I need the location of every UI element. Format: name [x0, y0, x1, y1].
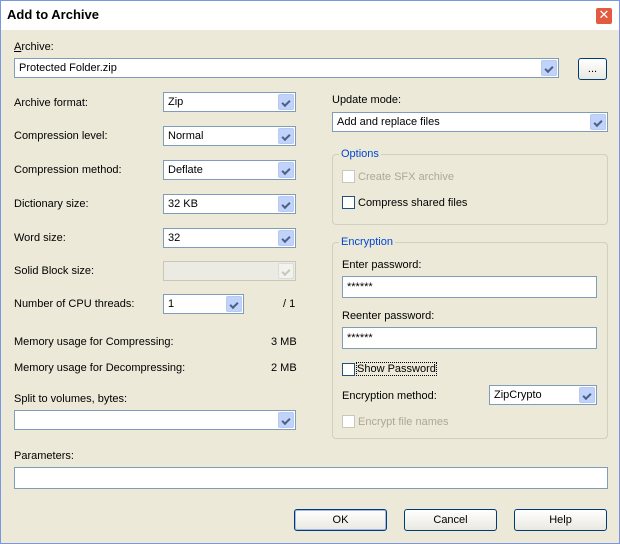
- word-size-select[interactable]: 32: [163, 228, 296, 248]
- window-title: Add to Archive: [7, 7, 99, 22]
- browse-button[interactable]: ...: [578, 58, 607, 80]
- memory-decompress-label: Memory usage for Decompressing:: [14, 362, 186, 374]
- enter-password-input[interactable]: ******: [342, 276, 597, 298]
- archive-format-value: Zip: [168, 96, 184, 108]
- reenter-password-label: Reenter password:: [342, 310, 435, 322]
- ok-button[interactable]: OK: [294, 509, 387, 531]
- show-password-label[interactable]: Show Password: [356, 362, 437, 376]
- close-icon: ✕: [598, 8, 610, 23]
- word-size-value: 32: [168, 232, 181, 244]
- chevron-down-icon[interactable]: [541, 60, 557, 76]
- archive-format-label: Archive format:: [14, 97, 88, 109]
- archive-label: Archive:: [14, 41, 54, 53]
- encryption-method-select[interactable]: ZipCrypto: [489, 385, 597, 405]
- options-group: [332, 154, 608, 225]
- solid-block-size-label: Solid Block size:: [14, 265, 95, 277]
- dictionary-size-value: 32 KB: [168, 198, 198, 210]
- solid-block-size-select: [163, 261, 296, 281]
- chevron-down-icon[interactable]: [226, 296, 242, 312]
- encryption-method-label: Encryption method:: [342, 390, 437, 402]
- compression-level-value: Normal: [168, 130, 204, 142]
- encryption-method-value: ZipCrypto: [494, 389, 542, 401]
- cpu-threads-max: / 1: [283, 298, 296, 310]
- archive-path-combobox[interactable]: Protected Folder.zip: [14, 58, 559, 78]
- cpu-threads-value: 1: [168, 298, 175, 310]
- compression-method-select[interactable]: Deflate: [163, 160, 296, 180]
- create-sfx-checkbox: [342, 170, 355, 183]
- compress-shared-label[interactable]: Compress shared files: [358, 197, 467, 209]
- chevron-down-icon[interactable]: [278, 230, 294, 246]
- compression-method-label: Compression method:: [14, 164, 122, 176]
- memory-compress-value: 3 MB: [271, 336, 297, 348]
- update-mode-label: Update mode:: [332, 94, 402, 106]
- parameters-input[interactable]: [14, 467, 608, 489]
- cpu-threads-select[interactable]: 1: [163, 294, 244, 314]
- memory-decompress-value: 2 MB: [271, 362, 297, 374]
- parameters-label: Parameters:: [14, 450, 74, 462]
- split-volumes-combobox[interactable]: [14, 410, 296, 430]
- word-size-label: Word size:: [14, 232, 66, 244]
- dictionary-size-label: Dictionary size:: [14, 198, 89, 210]
- options-group-title: Options: [339, 148, 381, 160]
- cancel-button[interactable]: Cancel: [404, 509, 497, 531]
- chevron-down-icon[interactable]: [278, 128, 294, 144]
- split-volumes-label: Split to volumes, bytes:: [14, 393, 128, 405]
- chevron-down-icon[interactable]: [590, 114, 606, 130]
- compress-shared-checkbox[interactable]: [342, 196, 355, 209]
- compression-level-label: Compression level:: [14, 130, 108, 142]
- chevron-down-icon[interactable]: [579, 387, 595, 403]
- archive-path-value: Protected Folder.zip: [19, 62, 117, 74]
- chevron-down-icon: [278, 263, 294, 279]
- show-password-checkbox[interactable]: [342, 363, 355, 376]
- cpu-threads-label: Number of CPU threads:: [14, 298, 135, 310]
- title-bar[interactable]: Add to Archive ✕: [1, 1, 619, 30]
- chevron-down-icon[interactable]: [278, 94, 294, 110]
- encryption-group-title: Encryption: [339, 236, 395, 248]
- compression-level-select[interactable]: Normal: [163, 126, 296, 146]
- encrypt-file-names-checkbox: [342, 415, 355, 428]
- close-button[interactable]: ✕: [595, 7, 613, 25]
- update-mode-select[interactable]: Add and replace files: [332, 112, 608, 132]
- enter-password-label: Enter password:: [342, 259, 422, 271]
- memory-compress-label: Memory usage for Compressing:: [14, 336, 174, 348]
- help-button[interactable]: Help: [514, 509, 607, 531]
- dictionary-size-select[interactable]: 32 KB: [163, 194, 296, 214]
- compression-method-value: Deflate: [168, 164, 203, 176]
- reenter-password-value: ******: [347, 332, 373, 344]
- archive-format-select[interactable]: Zip: [163, 92, 296, 112]
- chevron-down-icon[interactable]: [278, 412, 294, 428]
- create-sfx-label: Create SFX archive: [358, 171, 454, 183]
- update-mode-value: Add and replace files: [337, 116, 440, 128]
- encrypt-file-names-label: Encrypt file names: [358, 416, 449, 428]
- chevron-down-icon[interactable]: [278, 162, 294, 178]
- enter-password-value: ******: [347, 281, 373, 293]
- add-to-archive-dialog: Add to Archive ✕ Archive: Protected Fold…: [0, 0, 620, 544]
- reenter-password-input[interactable]: ******: [342, 327, 597, 349]
- chevron-down-icon[interactable]: [278, 196, 294, 212]
